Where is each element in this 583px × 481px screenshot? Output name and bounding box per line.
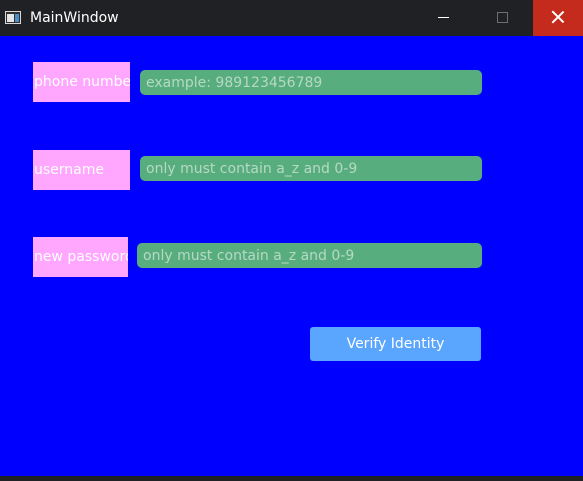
username-input[interactable] [140, 156, 482, 181]
verify-identity-button[interactable]: Verify Identity [310, 327, 481, 361]
window-bottom-border [0, 476, 583, 481]
new-password-input[interactable] [137, 243, 482, 268]
minimize-button[interactable] [420, 0, 466, 36]
phone-number-label: phone number [33, 62, 130, 102]
minimize-icon [438, 17, 449, 18]
new-password-label: new password [33, 237, 128, 277]
app-window-icon [5, 11, 21, 24]
title-bar[interactable]: MainWindow [0, 0, 583, 36]
phone-number-input[interactable] [140, 70, 482, 95]
app-icon-pane-right [15, 14, 19, 22]
app-icon-pane-left [7, 14, 14, 22]
main-window: MainWindow phone number username new pas… [0, 0, 583, 481]
close-button[interactable] [533, 0, 583, 36]
close-icon [551, 10, 565, 24]
window-title: MainWindow [30, 10, 119, 26]
maximize-icon [497, 12, 508, 23]
maximize-button[interactable] [479, 0, 525, 36]
username-label: username [33, 150, 130, 190]
